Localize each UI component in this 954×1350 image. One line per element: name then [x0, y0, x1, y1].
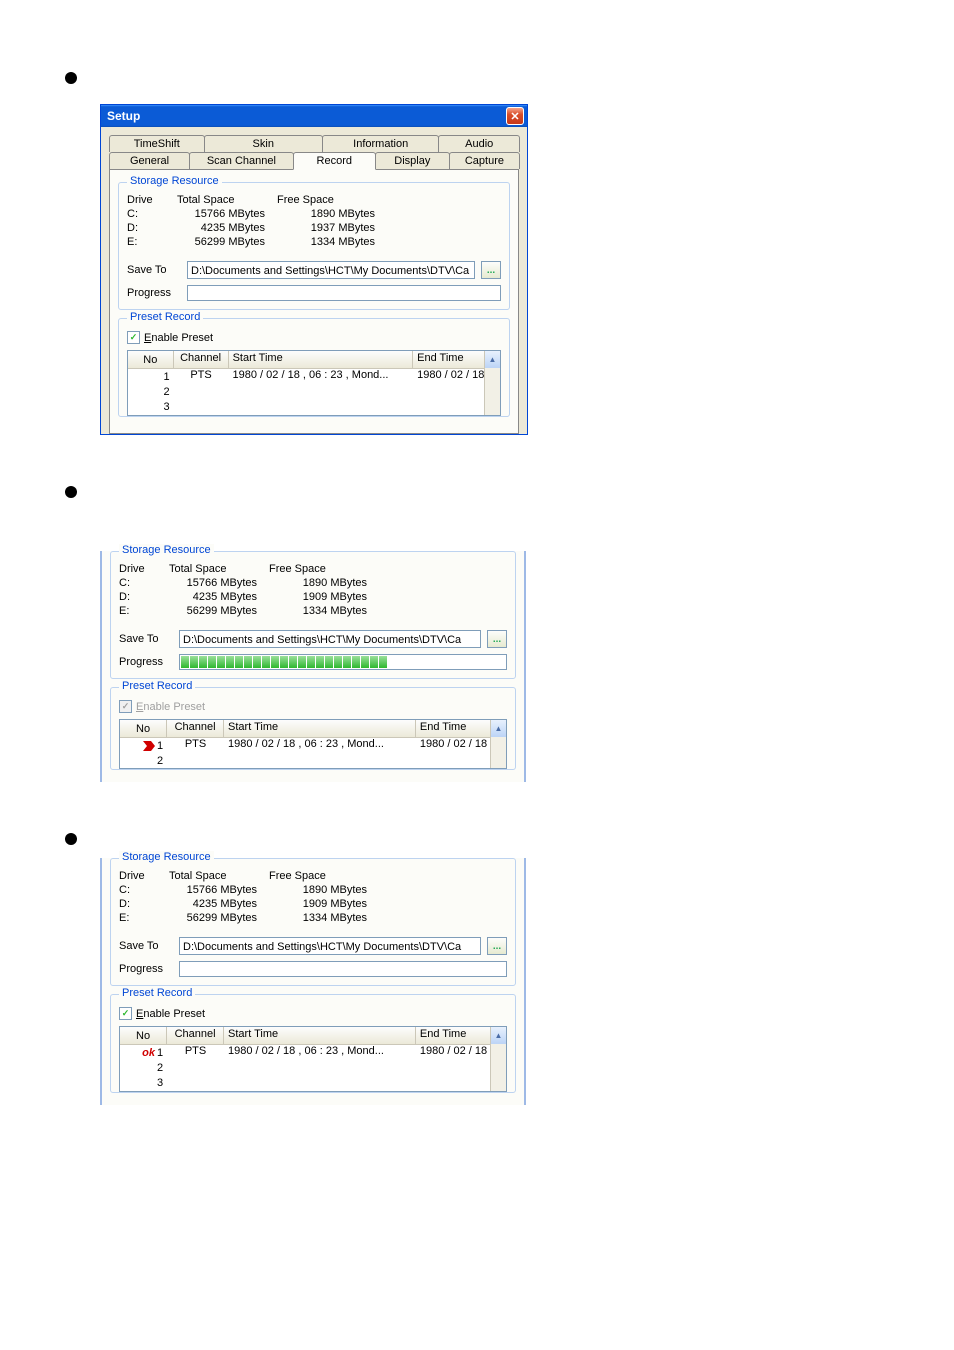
tab-content-record: Storage Resource Drive Total Space Free … — [109, 169, 519, 434]
setup-window: Setup ✕ TimeShift Skin Information Audio… — [100, 104, 528, 435]
table-row[interactable]: 3 — [120, 1075, 506, 1090]
scroll-up-icon[interactable]: ▲ — [484, 351, 500, 368]
storage-resource-title-2: Storage Resource — [119, 544, 214, 556]
storage-resource-group-2: Storage Resource Drive Total Space Free … — [110, 551, 516, 679]
enable-preset-checkbox-disabled — [119, 700, 132, 713]
scroll-track[interactable] — [490, 737, 506, 768]
preset-record-title: Preset Record — [127, 311, 203, 323]
saveto-input[interactable]: D:\Documents and Settings\HCT\My Documen… — [187, 261, 475, 279]
preset-list-rows: 1 PTS 1980 / 02 / 18 , 06 : 23 , Mond...… — [128, 369, 500, 414]
preset-list-3[interactable]: No Channel Start Time End Time ▲ ok 1 PT… — [119, 1026, 507, 1092]
storage-grid: Drive Total Space Free Space C: 15766 MB… — [127, 193, 501, 249]
tabs-area: TimeShift Skin Information Audio General… — [101, 127, 527, 434]
table-row[interactable]: 1 PTS 1980 / 02 / 18 , 06 : 23 , Mond...… — [120, 738, 506, 753]
total-d: 4235 MBytes — [177, 221, 277, 235]
table-row[interactable]: ok 1 PTS 1980 / 02 / 18 , 06 : 23 , Mond… — [120, 1045, 506, 1060]
scroll-track[interactable] — [484, 368, 500, 415]
preset-record-group-3: Preset Record Enable Preset No Channel S… — [110, 994, 516, 1093]
progress-row: Progress — [127, 285, 501, 301]
col-no[interactable]: No — [128, 351, 174, 368]
bullet-1 — [65, 72, 77, 84]
storage-resource-group-3: Storage Resource Drive Total Space Free … — [110, 858, 516, 986]
row-start: 1980 / 02 / 18 , 06 : 23 , Mond... — [229, 369, 414, 384]
tab-general[interactable]: General — [109, 152, 190, 169]
scroll-track[interactable] — [490, 1044, 506, 1091]
drive-header: Drive — [127, 193, 177, 207]
drive-e: E: — [127, 235, 177, 249]
saveto-label: Save To — [127, 264, 181, 276]
browse-button-3[interactable]: ... — [487, 937, 507, 955]
total-space-header: Total Space — [177, 193, 277, 207]
enable-preset-label-3: Enable Preset — [136, 1008, 205, 1020]
recording-flag-icon — [143, 740, 155, 752]
enable-preset-label: Enable Preset — [144, 332, 213, 344]
browse-button-2[interactable]: ... — [487, 630, 507, 648]
browse-button[interactable]: ... — [481, 261, 501, 279]
preset-list-header: No Channel Start Time End Time — [128, 351, 500, 369]
free-e: 1334 MBytes — [277, 235, 387, 249]
tab-capture[interactable]: Capture — [449, 152, 520, 169]
row-channel: PTS — [174, 369, 229, 384]
tab-information[interactable]: Information — [322, 135, 439, 152]
tab-timeshift[interactable]: TimeShift — [109, 135, 205, 152]
table-row[interactable]: 2 — [120, 753, 506, 768]
col-channel[interactable]: Channel — [174, 351, 229, 368]
window-title: Setup — [107, 109, 140, 123]
table-row[interactable]: 1 PTS 1980 / 02 / 18 , 06 : 23 , Mond...… — [128, 369, 500, 384]
tab-record[interactable]: Record — [293, 152, 376, 170]
table-row[interactable]: 2 — [120, 1060, 506, 1075]
table-row[interactable]: 2 — [128, 384, 500, 399]
total-e: 56299 MBytes — [177, 235, 277, 249]
tab-display[interactable]: Display — [375, 152, 450, 169]
preset-list-2[interactable]: No Channel Start Time End Time ▲ 1 — [119, 719, 507, 769]
enable-preset-row[interactable]: Enable Preset — [127, 331, 501, 344]
bullet-3 — [65, 833, 77, 845]
drive-d: D: — [127, 221, 177, 235]
progress-label: Progress — [127, 287, 181, 299]
scroll-up-icon[interactable]: ▲ — [490, 1027, 506, 1044]
saveto-input-2[interactable]: D:\Documents and Settings\HCT\My Documen… — [179, 630, 481, 648]
free-d: 1937 MBytes — [277, 221, 387, 235]
drive-c: C: — [127, 207, 177, 221]
row-no: 2 — [128, 384, 174, 399]
total-c: 15766 MBytes — [177, 207, 277, 221]
tab-scan-channel[interactable]: Scan Channel — [189, 152, 294, 169]
progress-bar — [187, 285, 501, 301]
storage-resource-title: Storage Resource — [127, 175, 222, 187]
titlebar[interactable]: Setup ✕ — [101, 105, 527, 127]
tab-skin[interactable]: Skin — [204, 135, 323, 152]
enable-preset-checkbox[interactable] — [127, 331, 140, 344]
row-no: 1 — [128, 369, 174, 384]
tab-audio[interactable]: Audio — [438, 135, 520, 152]
saveto-row: Save To D:\Documents and Settings\HCT\My… — [127, 261, 501, 279]
row-no: 3 — [128, 399, 174, 414]
close-icon[interactable]: ✕ — [506, 107, 524, 125]
bullet-2 — [65, 486, 77, 498]
scroll-up-icon[interactable]: ▲ — [490, 720, 506, 737]
free-c: 1890 MBytes — [277, 207, 387, 221]
enable-preset-label-disabled: Enable Preset — [136, 701, 205, 713]
record-tab-partial-recording: Storage Resource Drive Total Space Free … — [100, 551, 526, 782]
tab-row-back: TimeShift Skin Information Audio — [109, 135, 519, 152]
enable-preset-checkbox-3[interactable] — [119, 1007, 132, 1020]
progress-bar-3 — [179, 961, 507, 977]
preset-record-group-2: Preset Record Enable Preset No Channel S… — [110, 687, 516, 770]
table-row[interactable]: 3 — [128, 399, 500, 414]
enable-preset-row-2: Enable Preset — [119, 700, 507, 713]
ok-flag-icon: ok — [142, 1047, 155, 1059]
enable-preset-row-3[interactable]: Enable Preset — [119, 1007, 507, 1020]
record-tab-partial-done: Storage Resource Drive Total Space Free … — [100, 858, 526, 1105]
tab-row-front: General Scan Channel Record Display Capt… — [109, 152, 519, 169]
storage-grid-2: Drive Total Space Free Space C: 15766 MB… — [119, 562, 507, 618]
saveto-input-3[interactable]: D:\Documents and Settings\HCT\My Documen… — [179, 937, 481, 955]
preset-record-group: Preset Record Enable Preset No Channel S… — [118, 318, 510, 417]
preset-list[interactable]: No Channel Start Time End Time ▲ 1 PTS 1… — [127, 350, 501, 416]
free-space-header: Free Space — [277, 193, 387, 207]
progress-bar-active — [179, 654, 507, 670]
storage-resource-group: Storage Resource Drive Total Space Free … — [118, 182, 510, 310]
col-start[interactable]: Start Time — [229, 351, 414, 368]
